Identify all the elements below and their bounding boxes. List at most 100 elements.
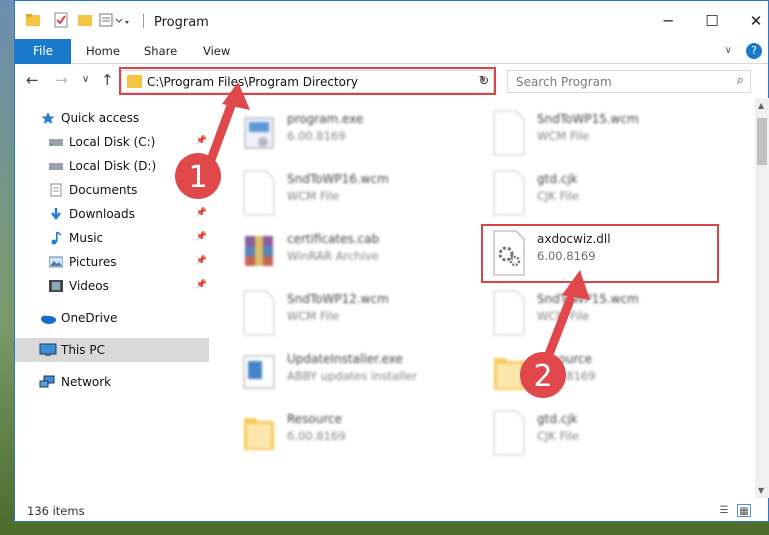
sidebar-item-music[interactable]: Music 📌 bbox=[15, 226, 209, 250]
window-title: Program bbox=[154, 15, 209, 30]
file-tile[interactable]: certificates.cab WinRAR Archive bbox=[231, 226, 461, 282]
maximize-button[interactable]: ☐ bbox=[690, 7, 734, 35]
file-tile[interactable]: gtd.cjk CJK File bbox=[481, 406, 711, 462]
file-name: UpdateInstaller.exe bbox=[287, 352, 403, 366]
file-tile[interactable]: SndToWP15.wcm WCM File bbox=[481, 286, 711, 342]
tiles-view-icon[interactable]: ▦ bbox=[737, 504, 751, 517]
drive-icon bbox=[49, 135, 63, 149]
folder-icon bbox=[241, 410, 277, 456]
ribbon-expand-icon[interactable]: ∨ bbox=[725, 45, 732, 56]
file-highlight-box bbox=[481, 224, 719, 283]
ribbon-tabs: File Home Share View ∨ ? bbox=[15, 39, 768, 64]
sidebar-item-downloads[interactable]: Downloads 📌 bbox=[15, 202, 209, 226]
file-detail: WCM File bbox=[287, 309, 340, 323]
file-detail: WinRAR Archive bbox=[287, 249, 379, 263]
pin-icon[interactable]: 📌 bbox=[196, 280, 207, 290]
sidebar-item-quick-access[interactable]: Quick access bbox=[15, 106, 209, 130]
file-list: program.exe 6.00.8169 SndToWP15.wcm WCM … bbox=[211, 98, 756, 492]
document-icon bbox=[241, 290, 277, 336]
sidebar-item-label: Downloads bbox=[69, 207, 135, 221]
tab-share[interactable]: Share bbox=[144, 39, 177, 64]
exe-icon bbox=[241, 110, 277, 156]
sidebar-item-label: Local Disk (D:) bbox=[69, 159, 157, 173]
sidebar-item-pictures[interactable]: Pictures 📌 bbox=[15, 250, 209, 274]
title-separator bbox=[143, 14, 144, 28]
file-name: certificates.cab bbox=[287, 232, 380, 246]
properties-icon[interactable] bbox=[53, 12, 69, 28]
sidebar-item-label: Documents bbox=[69, 183, 138, 197]
file-name: Resource bbox=[537, 352, 593, 366]
installer-icon bbox=[241, 350, 277, 396]
folder-icon bbox=[491, 350, 527, 396]
document-icon bbox=[241, 170, 277, 216]
scroll-up-icon[interactable]: ▲ bbox=[758, 101, 764, 110]
file-tile[interactable]: program.exe 6.00.8169 bbox=[231, 106, 461, 162]
pin-icon[interactable]: 📌 bbox=[196, 208, 207, 218]
close-button[interactable]: ✕ bbox=[734, 7, 769, 35]
file-detail: WCM File bbox=[537, 129, 590, 143]
file-name: SndToWP12.wcm bbox=[287, 292, 389, 306]
details-view-icon[interactable]: ☰ bbox=[717, 504, 731, 517]
file-tile[interactable]: gtd.cjk CJK File bbox=[481, 166, 711, 222]
back-button[interactable]: ← bbox=[26, 71, 39, 89]
pin-icon[interactable]: 📌 bbox=[196, 256, 207, 266]
file-name: SndToWP15.wcm bbox=[537, 292, 639, 306]
sidebar-item-local-disk-d[interactable]: Local Disk (D:) bbox=[15, 154, 209, 178]
sidebar-item-documents[interactable]: Documents 📌 bbox=[15, 178, 209, 202]
sidebar-item-onedrive[interactable]: OneDrive bbox=[15, 306, 209, 330]
forward-button[interactable]: → bbox=[55, 71, 68, 89]
document-icon bbox=[491, 170, 527, 216]
file-tile[interactable]: Resource 6.00.8169 bbox=[231, 406, 461, 462]
document-icon bbox=[491, 290, 527, 336]
file-tile[interactable]: UpdateInstaller.exe ABBY updates install… bbox=[231, 346, 461, 402]
file-tile[interactable]: SndToWP12.wcm WCM File bbox=[231, 286, 461, 342]
pin-icon[interactable]: 📌 bbox=[196, 184, 207, 194]
file-detail: CJK File bbox=[537, 429, 579, 443]
search-input[interactable]: Search Program ⌕ bbox=[507, 70, 751, 93]
file-name: gtd.cjk bbox=[537, 412, 578, 426]
sidebar-item-label: Local Disk (C:) bbox=[69, 135, 156, 149]
scroll-down-icon[interactable]: ▼ bbox=[758, 486, 764, 495]
minimize-button[interactable]: ─ bbox=[646, 7, 690, 35]
file-tile[interactable]: SndToWP16.wcm WCM File bbox=[231, 166, 461, 222]
tab-view[interactable]: View bbox=[203, 39, 230, 64]
tab-file[interactable]: File bbox=[15, 39, 71, 64]
tab-home[interactable]: Home bbox=[86, 39, 120, 64]
search-placeholder: Search Program bbox=[516, 75, 612, 89]
recent-locations-button[interactable]: ∨ bbox=[82, 74, 89, 85]
sidebar-item-label: Music bbox=[69, 231, 104, 245]
up-button[interactable]: ↑ bbox=[101, 71, 114, 89]
sidebar-item-label: Pictures bbox=[69, 255, 117, 269]
file-tile[interactable]: SndToWP15.wcm WCM File bbox=[481, 106, 711, 162]
sidebar-item-this-pc[interactable]: This PC bbox=[15, 338, 209, 362]
pictures-icon bbox=[48, 255, 64, 269]
network-icon bbox=[39, 375, 57, 389]
search-icon[interactable]: ⌕ bbox=[737, 73, 744, 88]
document-icon bbox=[491, 110, 527, 156]
item-count: 136 items bbox=[27, 504, 85, 518]
quick-access-dropdown-icon[interactable] bbox=[99, 12, 129, 28]
new-folder-icon[interactable] bbox=[77, 12, 93, 28]
file-detail: WCM File bbox=[287, 189, 340, 203]
drive-icon bbox=[49, 159, 63, 173]
document-icon bbox=[491, 410, 527, 456]
scrollbar-thumb[interactable] bbox=[757, 118, 767, 165]
file-name: SndToWP15.wcm bbox=[537, 112, 639, 126]
sidebar-item-videos[interactable]: Videos 📌 bbox=[15, 274, 209, 298]
winrar-icon bbox=[241, 230, 277, 276]
pin-icon[interactable]: 📌 bbox=[196, 232, 207, 242]
sidebar-item-local-disk-c[interactable]: Local Disk (C:) 📌 bbox=[15, 130, 209, 154]
videos-icon bbox=[49, 279, 63, 293]
onedrive-icon bbox=[39, 311, 57, 325]
address-highlight-box bbox=[119, 67, 496, 95]
vertical-scrollbar[interactable]: ▲ ▼ bbox=[755, 98, 769, 498]
pin-icon[interactable]: 📌 bbox=[196, 136, 207, 146]
sidebar-item-label: Quick access bbox=[61, 111, 140, 125]
documents-icon bbox=[49, 183, 63, 197]
help-button[interactable]: ? bbox=[746, 43, 762, 59]
file-tile[interactable]: Resource 6.00.8169 bbox=[481, 346, 711, 402]
file-detail: CJK File bbox=[537, 189, 579, 203]
sidebar-item-network[interactable]: Network bbox=[15, 370, 209, 394]
file-name: Resource bbox=[287, 412, 343, 426]
folder-icon bbox=[25, 12, 41, 28]
